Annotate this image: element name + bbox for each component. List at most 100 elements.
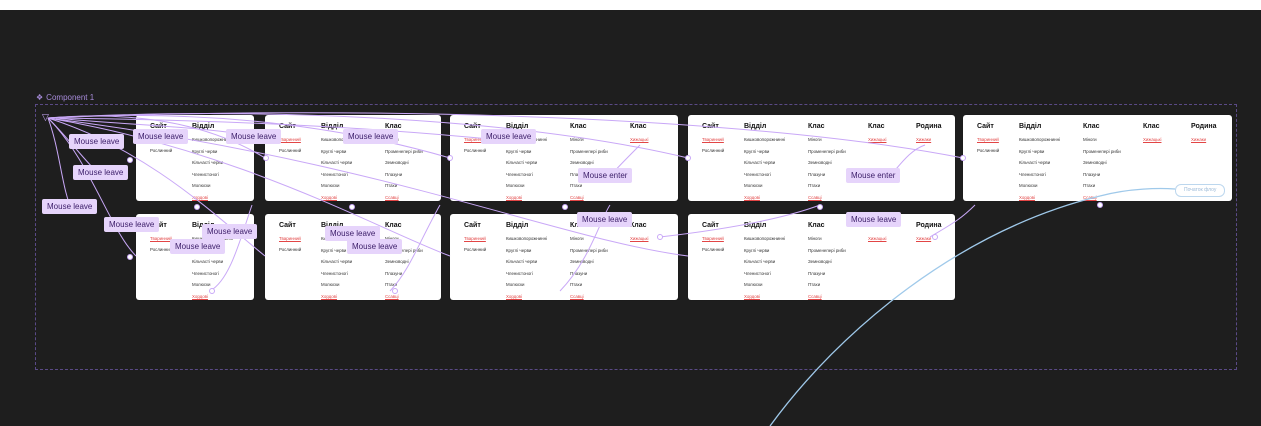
class-item[interactable]: Ссавці <box>385 294 399 299</box>
dept-item[interactable]: Членистоногі <box>506 172 533 177</box>
class-item[interactable]: Плазуни <box>808 172 825 177</box>
dept-item[interactable]: Членистоногі <box>744 271 771 276</box>
class-item[interactable]: Птахи <box>385 183 397 188</box>
site-item[interactable]: Тваринний <box>150 236 172 241</box>
dept-item[interactable]: Хордові <box>744 294 760 299</box>
site-item[interactable]: Тваринний <box>702 236 724 241</box>
mouse-leave-tag[interactable]: Mouse leave <box>202 224 258 239</box>
mouse-leave-tag[interactable]: Mouse leave <box>481 129 537 144</box>
dept-item[interactable]: Круглі черви <box>321 149 346 154</box>
dept-item[interactable]: Кишковопорожнинні <box>1019 137 1060 142</box>
site-item[interactable]: Тваринний <box>279 137 301 142</box>
class-item[interactable]: Променепері риби <box>808 149 846 154</box>
dept-item[interactable]: Членистоногі <box>321 271 348 276</box>
connection-node[interactable] <box>127 254 133 260</box>
dept-item[interactable]: Молюски <box>321 183 339 188</box>
mouse-leave-tag[interactable]: Mouse leave <box>133 129 189 144</box>
family-item[interactable]: Хижаки <box>916 137 931 142</box>
family-item[interactable]: Хижаки <box>1191 137 1206 142</box>
mouse-leave-tag[interactable]: Mouse leave <box>577 212 633 227</box>
class2-item[interactable]: Хижацькі <box>868 236 886 241</box>
class-item[interactable]: Ссавці <box>808 294 822 299</box>
class-item[interactable]: Плазуни <box>1083 172 1100 177</box>
connection-node[interactable] <box>447 155 453 161</box>
class-item[interactable]: Птахи <box>385 282 397 287</box>
variant-card[interactable]: СайтТвариннийРослиннийВідділКишковопорож… <box>688 115 955 201</box>
site-item[interactable]: Рослинний <box>702 148 724 153</box>
dept-item[interactable]: Круглі черви <box>744 149 769 154</box>
class-item[interactable]: Плазуни <box>808 271 825 276</box>
dept-item[interactable]: Молюски <box>744 183 762 188</box>
dept-item[interactable]: Хордові <box>506 294 522 299</box>
dept-item[interactable]: Членистоногі <box>321 172 348 177</box>
site-item[interactable]: Рослинний <box>464 148 486 153</box>
class-item[interactable]: Ссавці <box>1083 195 1097 200</box>
class-item[interactable]: Птахи <box>808 183 820 188</box>
dept-item[interactable]: Молюски <box>321 282 339 287</box>
variant-card[interactable]: СайтТвариннийРослиннийВідділКишковопорож… <box>450 214 678 300</box>
mouse-leave-tag[interactable]: Mouse leave <box>104 217 160 232</box>
dept-item[interactable]: Круглі черви <box>506 248 531 253</box>
class-item[interactable]: Ссавці <box>570 294 584 299</box>
connection-node[interactable] <box>349 204 355 210</box>
variant-card[interactable]: СайтТвариннийРослиннийВідділКишковопорож… <box>136 115 254 201</box>
mouse-leave-tag[interactable]: Mouse leave <box>343 129 399 144</box>
connection-node[interactable] <box>657 234 663 240</box>
mouse-enter-tag[interactable]: Mouse enter <box>578 168 633 183</box>
class-item[interactable]: Птахи <box>1083 183 1095 188</box>
class-item[interactable]: Птахи <box>570 282 582 287</box>
dept-item[interactable]: Кільчасті черви <box>744 160 775 165</box>
dept-item[interactable]: Хордові <box>506 195 522 200</box>
variant-card[interactable]: СайтТвариннийРослиннийВідділКишковопорож… <box>688 214 955 300</box>
connection-node[interactable] <box>194 204 200 210</box>
class2-item[interactable]: Хижацькі <box>1143 137 1161 142</box>
class-item[interactable]: Міноги <box>1083 137 1097 142</box>
dept-item[interactable]: Молюски <box>192 282 210 287</box>
class2-item[interactable]: Хижацькі <box>868 137 886 142</box>
dept-item[interactable]: Хордові <box>192 195 208 200</box>
dept-item[interactable]: Членистоногі <box>744 172 771 177</box>
dept-item[interactable]: Хордові <box>192 294 208 299</box>
dept-item[interactable]: Хордові <box>1019 195 1035 200</box>
site-item[interactable]: Рослинний <box>464 247 486 252</box>
class-item[interactable]: Міноги <box>570 137 584 142</box>
dept-item[interactable]: Молюски <box>744 282 762 287</box>
site-item[interactable]: Тваринний <box>702 137 724 142</box>
site-item[interactable]: Тваринний <box>464 236 486 241</box>
dept-item[interactable]: Круглі черви <box>744 248 769 253</box>
class-item[interactable]: Земноводні <box>385 160 409 165</box>
variant-card[interactable]: СайтТвариннийРослиннийВідділКишковопорож… <box>450 115 678 201</box>
site-item[interactable]: Тваринний <box>279 236 301 241</box>
dept-item[interactable]: Молюски <box>506 282 524 287</box>
class-item[interactable]: Променепері риби <box>1083 149 1121 154</box>
class-item[interactable]: Плазуни <box>570 271 587 276</box>
dept-item[interactable]: Кільчасті черви <box>321 259 352 264</box>
dept-item[interactable]: Кільчасті черви <box>1019 160 1050 165</box>
connection-node[interactable] <box>562 204 568 210</box>
site-item[interactable]: Рослинний <box>702 247 724 252</box>
flow-start-pill[interactable]: Початок флоу <box>1175 184 1226 197</box>
dept-item[interactable]: Хордові <box>321 195 337 200</box>
class-item[interactable]: Міноги <box>808 137 822 142</box>
dept-item[interactable]: Кільчасті черви <box>506 259 537 264</box>
connection-node[interactable] <box>817 204 823 210</box>
mouse-leave-tag[interactable]: Mouse leave <box>347 239 403 254</box>
class-item[interactable]: Міноги <box>808 236 822 241</box>
dept-item[interactable]: Членистоногі <box>192 271 219 276</box>
class-item[interactable]: Земноводні <box>385 259 409 264</box>
class-item[interactable]: Земноводні <box>808 259 832 264</box>
mouse-leave-tag[interactable]: Mouse leave <box>42 199 98 214</box>
class-item[interactable]: Плазуни <box>385 271 402 276</box>
connection-node[interactable] <box>685 155 691 161</box>
dept-item[interactable]: Молюски <box>192 183 210 188</box>
class-item[interactable]: Птахи <box>570 183 582 188</box>
dept-item[interactable]: Кишковопорожнинні <box>744 137 785 142</box>
variant-card[interactable]: СайтТвариннийРослиннийВідділКишковопорож… <box>265 115 441 201</box>
site-item[interactable]: Рослинний <box>279 148 301 153</box>
class-item[interactable]: Плазуни <box>385 172 402 177</box>
class-item[interactable]: Птахи <box>808 282 820 287</box>
dept-item[interactable]: Кільчасті черви <box>506 160 537 165</box>
class-item[interactable]: Земноводні <box>570 259 594 264</box>
dept-item[interactable]: Круглі черви <box>192 149 217 154</box>
dept-item[interactable]: Кільчасті черви <box>321 160 352 165</box>
